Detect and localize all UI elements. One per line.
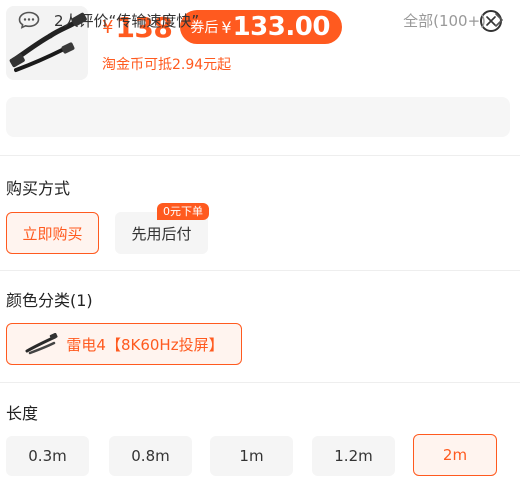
length-option-1-2m[interactable]: 1.2m bbox=[312, 436, 395, 476]
coin-discount-note: 淘金币可抵2.94元起 bbox=[102, 57, 232, 73]
coupon-price-pill: 券后 ¥ 133.00 bbox=[180, 10, 342, 44]
length-option-0-3m[interactable]: 0.3m bbox=[6, 436, 89, 476]
review-all-link[interactable]: 全部(100+) bbox=[403, 10, 486, 31]
coupon-price: 133.00 bbox=[232, 12, 331, 42]
option-buy-now[interactable]: 立即购买 bbox=[6, 212, 99, 254]
review-summary-bar[interactable] bbox=[6, 97, 510, 137]
option-thunderbolt4-label: 雷电4【8K60Hz投屏】 bbox=[66, 335, 224, 354]
coupon-currency: ¥ bbox=[221, 17, 232, 37]
length-option-0-8m[interactable]: 0.8m bbox=[109, 436, 192, 476]
color-category-title: 颜色分类(1) bbox=[6, 291, 93, 310]
purchase-method-title: 购买方式 bbox=[6, 179, 71, 198]
review-highlight: 2人评价“传输速度快” bbox=[54, 12, 200, 30]
option-thunderbolt4[interactable]: 雷电4【8K60Hz投屏】 bbox=[6, 323, 242, 365]
chat-bubble-icon bbox=[18, 11, 40, 29]
zero-down-badge: 0元下单 bbox=[157, 203, 209, 220]
length-option-2m[interactable]: 2m bbox=[413, 434, 497, 476]
divider bbox=[0, 155, 520, 156]
divider bbox=[0, 270, 520, 271]
divider bbox=[0, 382, 520, 383]
length-option-1m[interactable]: 1m bbox=[210, 436, 293, 476]
chevron-right-icon bbox=[495, 13, 503, 27]
length-title: 长度 bbox=[6, 404, 39, 423]
cable-icon bbox=[25, 333, 58, 355]
